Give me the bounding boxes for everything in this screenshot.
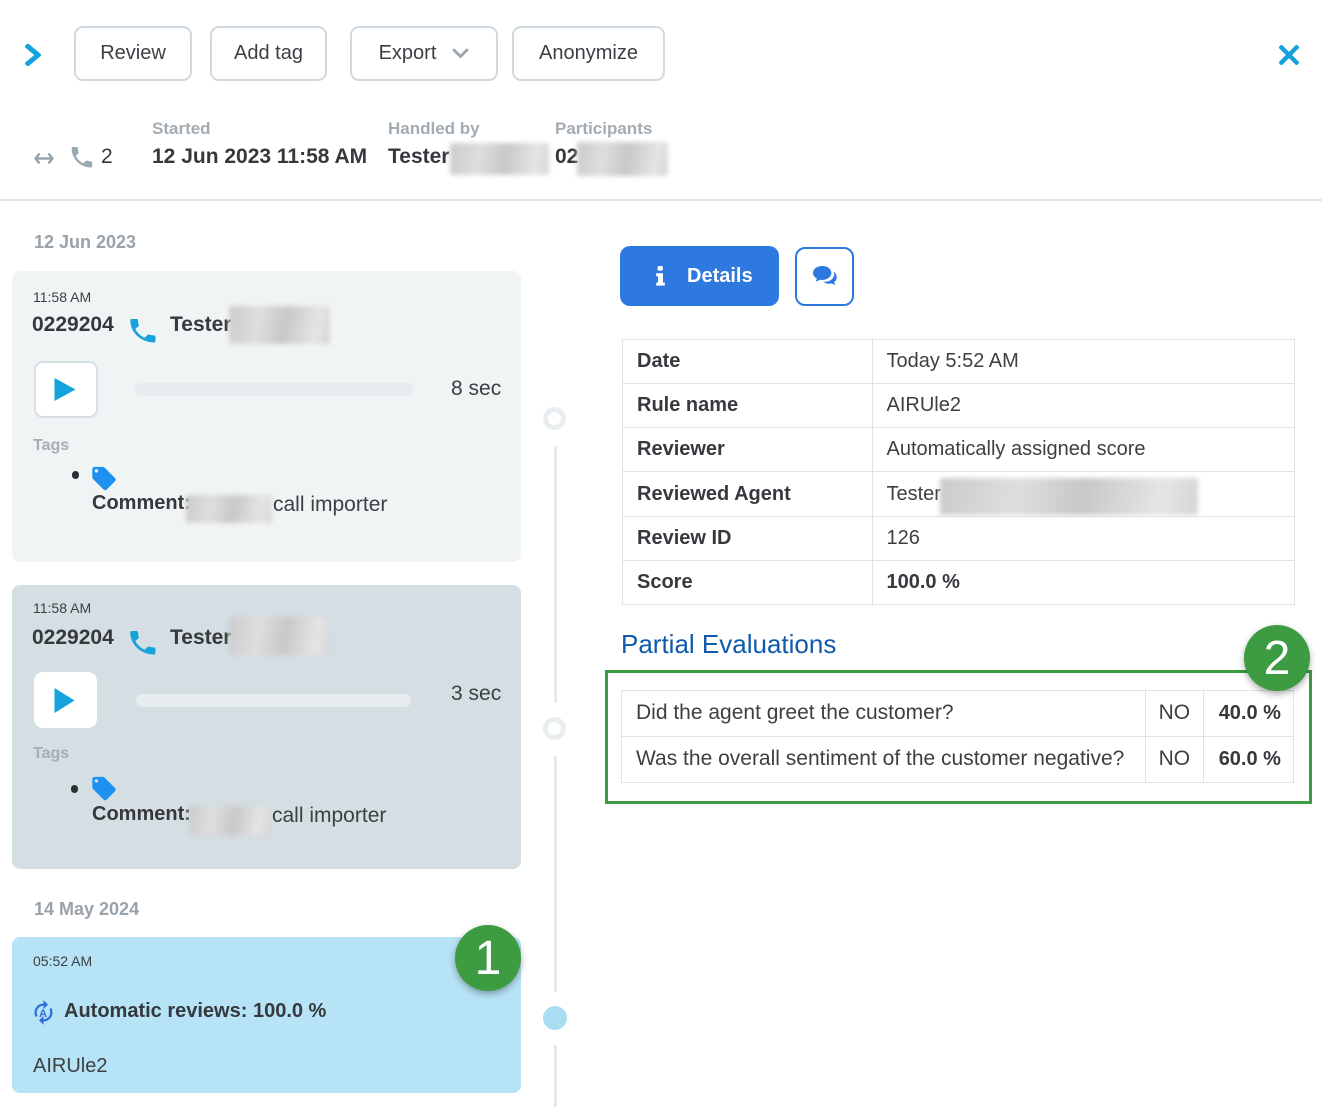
- svg-text:A: A: [39, 1008, 47, 1020]
